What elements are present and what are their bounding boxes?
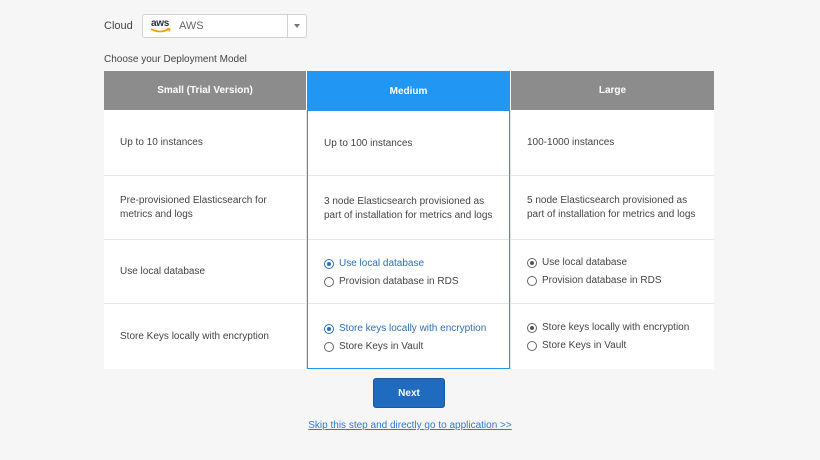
skip-link-container: Skip this step and directly go to applic… (0, 419, 820, 431)
deployment-model-table: Small (Trial Version) Up to 10 instances… (104, 71, 714, 369)
radio-label: Store Keys in Vault (339, 340, 424, 352)
model-column-medium[interactable]: Medium Up to 100 instances 3 node Elasti… (307, 71, 510, 369)
radio-store-keys-locally[interactable]: Store keys locally with encryption (324, 320, 493, 338)
elasticsearch-cell: Pre-provisioned Elasticsearch for metric… (120, 194, 267, 220)
radio-selected-icon[interactable] (527, 257, 537, 268)
skip-to-application-link[interactable]: Skip this step and directly go to applic… (308, 420, 511, 431)
model-column-small[interactable]: Small (Trial Version) Up to 10 instances… (104, 71, 306, 369)
radio-label: Use local database (542, 256, 628, 268)
model-header-small[interactable]: Small (Trial Version) (104, 71, 306, 110)
radio-label: Provision database in RDS (339, 275, 459, 287)
database-options: Use local database Provision database in… (511, 240, 714, 303)
radio-provision-rds[interactable]: Provision database in RDS (527, 272, 698, 290)
keys-cell: Store Keys locally with encryption (120, 330, 269, 342)
cloud-select[interactable]: aws AWS (142, 14, 307, 38)
radio-unselected-icon[interactable] (324, 276, 334, 287)
instances-cell: Up to 10 instances (120, 136, 203, 148)
deployment-model-label: Choose your Deployment Model (104, 54, 247, 65)
radio-store-keys-vault[interactable]: Store Keys in Vault (324, 338, 493, 356)
instances-cell: Up to 100 instances (324, 137, 413, 149)
aws-logo-icon: aws (148, 18, 176, 34)
radio-label: Use local database (339, 257, 425, 269)
radio-label: Store Keys in Vault (542, 339, 627, 351)
radio-selected-icon[interactable] (324, 323, 334, 334)
cloud-selected-value: AWS (179, 20, 204, 32)
radio-use-local-database[interactable]: Use local database (324, 255, 493, 273)
cloud-selector-row: Cloud aws AWS (104, 14, 307, 38)
radio-unselected-icon[interactable] (324, 341, 334, 352)
radio-store-keys-locally[interactable]: Store keys locally with encryption (527, 319, 698, 337)
keys-options: Store keys locally with encryption Store… (511, 304, 714, 369)
radio-label: Store keys locally with encryption (542, 321, 690, 333)
chevron-down-icon[interactable] (287, 15, 306, 37)
radio-provision-rds[interactable]: Provision database in RDS (324, 273, 493, 291)
next-button[interactable]: Next (373, 378, 445, 408)
radio-selected-icon[interactable] (527, 322, 537, 333)
radio-unselected-icon[interactable] (527, 275, 537, 286)
instances-cell: 100-1000 instances (527, 136, 615, 148)
cloud-label: Cloud (104, 20, 133, 32)
elasticsearch-cell: 5 node Elasticsearch provisioned as part… (527, 194, 696, 220)
keys-options: Store keys locally with encryption Store… (308, 305, 509, 370)
model-header-medium[interactable]: Medium (308, 72, 509, 111)
radio-label: Store keys locally with encryption (339, 322, 487, 334)
radio-selected-icon[interactable] (324, 258, 334, 269)
radio-label: Provision database in RDS (542, 274, 662, 286)
database-options: Use local database Provision database in… (308, 241, 509, 304)
radio-unselected-icon[interactable] (527, 340, 537, 351)
elasticsearch-cell: 3 node Elasticsearch provisioned as part… (324, 195, 493, 221)
model-header-large[interactable]: Large (511, 71, 714, 110)
model-column-large[interactable]: Large 100-1000 instances 5 node Elastics… (511, 71, 714, 369)
radio-store-keys-vault[interactable]: Store Keys in Vault (527, 337, 698, 355)
database-cell: Use local database (120, 265, 206, 277)
radio-use-local-database[interactable]: Use local database (527, 254, 698, 272)
